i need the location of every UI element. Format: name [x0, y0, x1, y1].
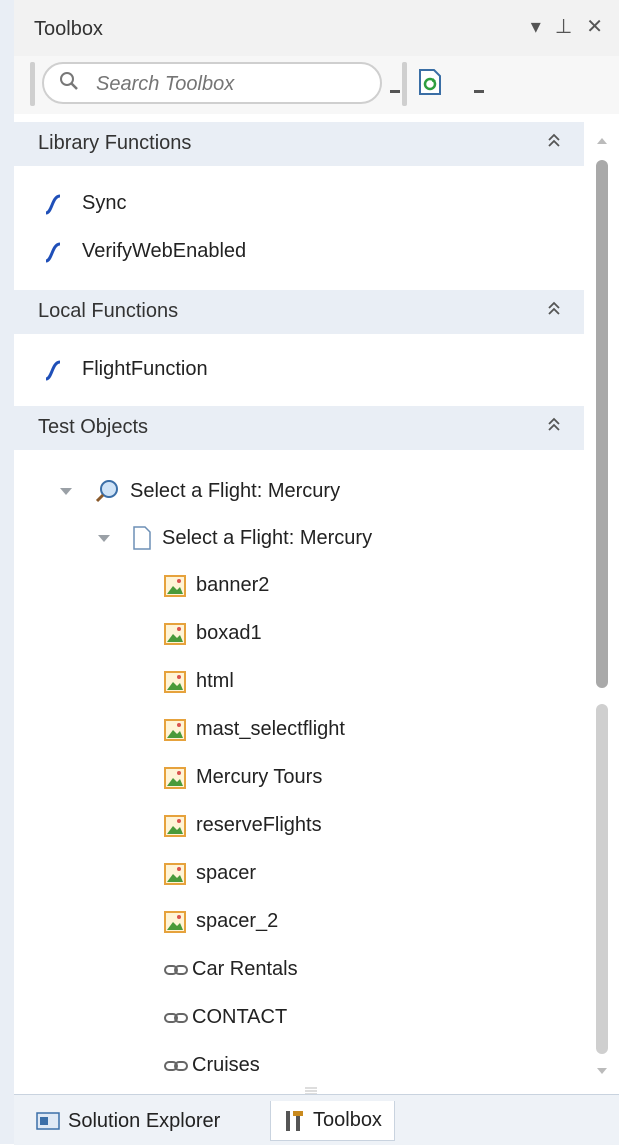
function-item[interactable]: VerifyWebEnabled	[44, 240, 246, 263]
image-icon	[164, 718, 186, 741]
tree-node-page[interactable]: Select a Flight: Mercury	[98, 526, 372, 550]
close-icon[interactable]: ✕	[586, 14, 603, 39]
image-icon	[164, 814, 186, 837]
section-label: Local Functions	[38, 300, 179, 322]
toolbox-toolbar	[14, 56, 619, 114]
expand-arrow-icon[interactable]	[98, 534, 110, 542]
tree-node-image[interactable]: mast_selectflight	[164, 718, 345, 741]
function-icon	[45, 194, 61, 214]
tree-node-image[interactable]: Mercury Tours	[164, 766, 322, 789]
image-icon	[164, 910, 186, 933]
image-icon	[164, 862, 186, 885]
tree-node-label: Select a Flight: Mercury	[130, 479, 341, 502]
search-input[interactable]	[94, 70, 368, 98]
tree-node-image[interactable]: spacer	[164, 862, 256, 885]
tab-label: Solution Explorer	[68, 1109, 221, 1132]
scroll-up-arrow-icon[interactable]	[597, 138, 607, 144]
function-item[interactable]: Sync	[44, 192, 126, 215]
dropdown-arrow-icon[interactable]: ▾	[531, 14, 541, 39]
image-icon	[164, 574, 186, 597]
solution-explorer-icon	[36, 1112, 60, 1130]
link-icon	[164, 1060, 188, 1071]
bottom-tab-strip: Solution Explorer Toolbox	[14, 1094, 619, 1145]
function-icon	[45, 360, 61, 380]
tree-node-label: spacer_2	[196, 910, 279, 932]
function-label: Sync	[82, 192, 127, 214]
tab-toolbox[interactable]: Toolbox	[270, 1101, 395, 1141]
toolbar-grip[interactable]	[30, 62, 35, 106]
tree-node-image[interactable]: banner2	[164, 574, 269, 597]
search-box[interactable]	[42, 62, 382, 104]
tree-node-link[interactable]: Cruises	[164, 1054, 260, 1077]
tree-node-label: CONTACT	[192, 1006, 288, 1028]
image-icon	[164, 766, 186, 789]
collapse-chevron-icon[interactable]	[546, 299, 562, 319]
tree-node-label: boxad1	[196, 622, 262, 644]
tree-node-label: mast_selectflight	[196, 718, 345, 740]
tree-node-image[interactable]: reserveFlights	[164, 814, 322, 837]
section-label: Library Functions	[38, 132, 192, 154]
refresh-document-icon[interactable]	[416, 68, 444, 96]
panel-title-bar: Toolbox ▾ ⊥ ✕	[14, 0, 619, 60]
panel-title: Toolbox	[34, 18, 103, 40]
search-icon	[60, 72, 78, 90]
section-local-functions[interactable]: Local Functions	[14, 290, 584, 334]
image-icon	[164, 670, 186, 693]
collapse-chevron-icon[interactable]	[546, 131, 562, 151]
tab-label: Toolbox	[313, 1109, 382, 1131]
expand-arrow-icon[interactable]	[60, 487, 72, 495]
link-icon	[164, 964, 188, 975]
function-icon	[45, 242, 61, 262]
tab-solution-explorer[interactable]: Solution Explorer	[24, 1101, 232, 1141]
scroll-down-arrow-icon[interactable]	[597, 1068, 607, 1074]
tree-node-link[interactable]: Car Rentals	[164, 958, 298, 981]
section-label: Test Objects	[38, 416, 149, 438]
link-icon	[164, 1012, 188, 1023]
pin-icon[interactable]: ⊥	[555, 14, 572, 39]
toolbox-content: Library Functions Sync VerifyWebEnabled …	[14, 122, 584, 1082]
tree-node-label: banner2	[196, 574, 270, 596]
tools-icon	[286, 1110, 303, 1131]
section-library-functions[interactable]: Library Functions	[14, 122, 584, 166]
tree-node-image[interactable]: html	[164, 670, 234, 693]
search-dropdown[interactable]	[390, 90, 400, 93]
page-icon	[133, 526, 151, 550]
tree-node-label: Cruises	[192, 1054, 260, 1076]
tree-node-label: Car Rentals	[192, 958, 298, 980]
scrollbar-thumb[interactable]	[596, 160, 608, 688]
collapse-chevron-icon[interactable]	[546, 415, 562, 435]
tree-node-label: Select a Flight: Mercury	[162, 526, 373, 549]
section-test-objects[interactable]: Test Objects	[14, 406, 584, 450]
function-item[interactable]: FlightFunction	[44, 358, 208, 381]
image-icon	[164, 622, 186, 645]
tree-node-label: reserveFlights	[196, 814, 322, 836]
tree-node-label: spacer	[196, 862, 257, 884]
function-label: VerifyWebEnabled	[82, 240, 247, 262]
browser-icon	[95, 480, 118, 503]
vertical-scrollbar[interactable]	[590, 122, 619, 1084]
tree-node-label: Mercury Tours	[196, 766, 323, 788]
title-bar-buttons: ▾ ⊥ ✕	[531, 14, 603, 39]
tree-node-link[interactable]: CONTACT	[164, 1006, 287, 1029]
tree-node-browser[interactable]: Select a Flight: Mercury	[60, 478, 340, 504]
tree-node-label: html	[196, 670, 234, 692]
toolbar-grip-2[interactable]	[402, 62, 407, 106]
toolbar-button-dropdown[interactable]	[474, 90, 484, 93]
tree-node-image[interactable]: boxad1	[164, 622, 262, 645]
function-label: FlightFunction	[82, 358, 208, 380]
scrollbar-track[interactable]	[596, 704, 608, 1054]
tree-node-image[interactable]: spacer_2	[164, 910, 278, 933]
